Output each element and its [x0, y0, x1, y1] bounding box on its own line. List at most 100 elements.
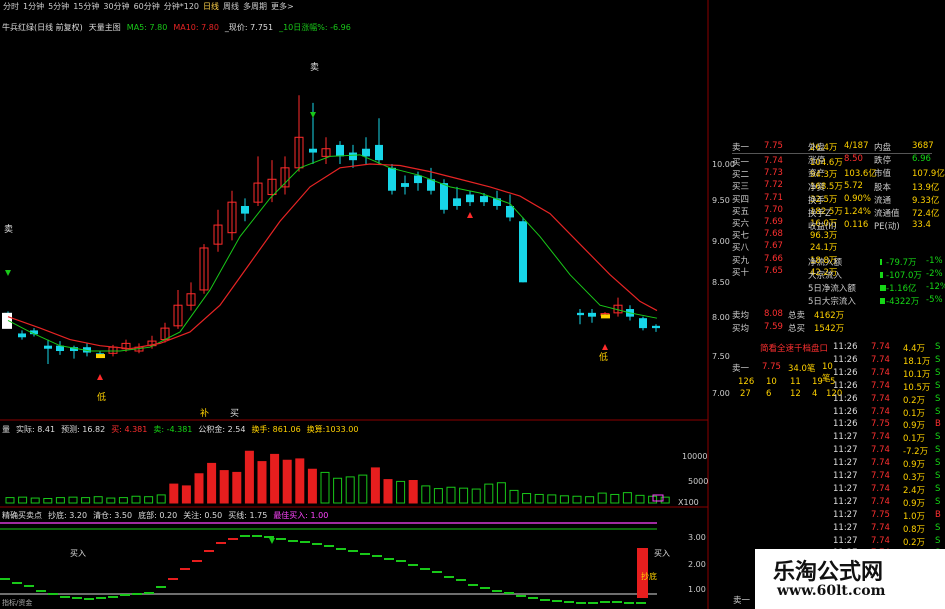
stat-label: 资产 [808, 169, 826, 180]
candle-down [453, 198, 461, 206]
sell-label: 卖 [310, 62, 319, 73]
tick-row: 11:26 7.74 4.4万 S [833, 342, 945, 355]
tick-price: 7.74 [871, 393, 890, 404]
queue-row2-cell: 6 [766, 389, 772, 399]
candle-down [401, 183, 409, 187]
vol-buy: 买: 4.381 [111, 425, 148, 434]
flow-pct: -1% [926, 256, 943, 266]
tick-side: S [935, 406, 941, 417]
flow-label: 5日净流入额 [808, 284, 856, 294]
tick-side: B [935, 509, 941, 520]
tick-row: 11:27 7.74 0.1万 S [833, 432, 945, 445]
flow-label: 5日大宗流入 [808, 297, 856, 307]
sub-indicator-header: 精确买卖点 抄底: 3.20 清仓: 3.50 底部: 0.20 关注: 0.5… [2, 510, 328, 521]
flow-bar [880, 272, 883, 278]
ob-buy-3-label: 买三 [732, 182, 750, 193]
tick-side: S [935, 380, 941, 391]
tick-side: S [935, 535, 941, 546]
tick-time: 11:26 [833, 406, 858, 417]
volume-bar [522, 493, 532, 504]
ob-buy-10-price: 7.65 [764, 265, 783, 276]
tick-vol: 0.3万 [903, 473, 926, 483]
sub-signal-label: 抄底 [641, 572, 657, 581]
price-tick: 8.50 [712, 278, 730, 287]
flow-pct: -2% [926, 269, 943, 279]
volume-bar [496, 482, 506, 504]
volume-bar [585, 496, 595, 504]
bottom-sell-label: 卖一 [733, 596, 751, 606]
tick-vol: 0.9万 [903, 421, 926, 432]
volume-bar [660, 496, 670, 504]
volume-bar [509, 489, 519, 504]
sub-c: 底部: 0.20 [138, 511, 178, 520]
volume-bar [169, 483, 179, 504]
ob-buy-1-price: 7.74 [764, 156, 783, 166]
volume-bar [396, 480, 406, 504]
stat-value2: 13.9亿 [912, 182, 940, 193]
volume-bar [408, 480, 418, 504]
volume-bar [68, 496, 78, 504]
volume-bar [610, 493, 620, 504]
tick-time: 11:27 [833, 509, 858, 520]
tick-time: 11:27 [833, 471, 858, 481]
yellow-marker [96, 354, 105, 359]
volume-bar [433, 488, 443, 504]
sub-buy-label-left: 买入 [70, 549, 86, 558]
ob-buy-6-label: 买六 [732, 219, 750, 229]
queue-head-cell: 34.0笔 [788, 364, 816, 374]
volume-bar [635, 494, 645, 504]
volume-bar [307, 468, 317, 504]
tick-price: 7.74 [871, 367, 890, 378]
flow-value: -107.0万 [886, 271, 922, 281]
tick-time: 11:26 [833, 419, 858, 430]
tick-price: 7.74 [871, 458, 890, 469]
signal-arrow-icon [467, 212, 473, 218]
tick-vol: 0.2万 [903, 537, 926, 548]
price-tick: 8.00 [712, 313, 730, 322]
tick-row: 11:26 7.74 18.1万 S [833, 355, 945, 368]
tick-side: S [935, 483, 941, 494]
volume-bar [559, 495, 569, 504]
stat-value: 1.24% [844, 207, 872, 217]
bottom-indicator-tab[interactable]: 指标/资金 [2, 598, 32, 608]
sub-prefix[interactable]: 精确买卖点 [2, 510, 42, 521]
tick-time: 11:26 [833, 380, 858, 391]
price-tick: 7.00 [712, 389, 730, 398]
volume-bar [219, 470, 229, 504]
tick-time: 11:27 [833, 458, 858, 469]
ob-buy-3-price: 7.72 [764, 180, 783, 191]
volume-bar [547, 494, 557, 504]
tick-row: 11:26 7.75 0.9万 B [833, 419, 945, 432]
volume-bar [118, 497, 128, 504]
price-tick: 9.50 [712, 196, 730, 205]
volume-bar [18, 496, 28, 504]
volume-bar [534, 493, 544, 504]
tick-price: 7.74 [871, 432, 890, 443]
signal-arrow-icon [310, 112, 316, 118]
volume-bar [484, 483, 494, 504]
volume-bar [421, 485, 431, 504]
vol-turnover: 换手: 861.06 [251, 425, 301, 434]
volume-bar [345, 476, 355, 504]
flow-bar [880, 259, 882, 265]
tick-row: 11:27 7.74 -7.2万 S [833, 445, 945, 458]
tick-row: 11:27 7.74 0.2万 S [833, 536, 945, 549]
ob-avg-buy-tag: 总买 [788, 324, 806, 334]
tick-vol: 10.5万 [903, 382, 931, 393]
volume-bar [244, 450, 254, 504]
stat-value: 0.90% [844, 193, 872, 204]
volume-bar [320, 471, 330, 504]
sub-axis-1: 1.00 [688, 585, 706, 594]
volume-bar [43, 498, 53, 504]
vol-actual: 实际: 8.41 [16, 425, 56, 434]
candle-down [652, 325, 660, 329]
tick-vol: 4.4万 [903, 344, 926, 354]
vol-convert: 换算:1033.00 [306, 425, 359, 434]
ob-buy-5-price: 7.70 [764, 204, 783, 215]
candle-down [519, 221, 527, 283]
ob-avg-sell: 卖均 8.08 总卖 4162万 [732, 309, 854, 321]
sub-axis-3: 3.00 [688, 533, 706, 542]
queue-row1-cell: 19 [812, 377, 823, 387]
queue-head-cell: 卖一 [732, 364, 750, 374]
stat-value2: 6.96 [912, 154, 931, 165]
